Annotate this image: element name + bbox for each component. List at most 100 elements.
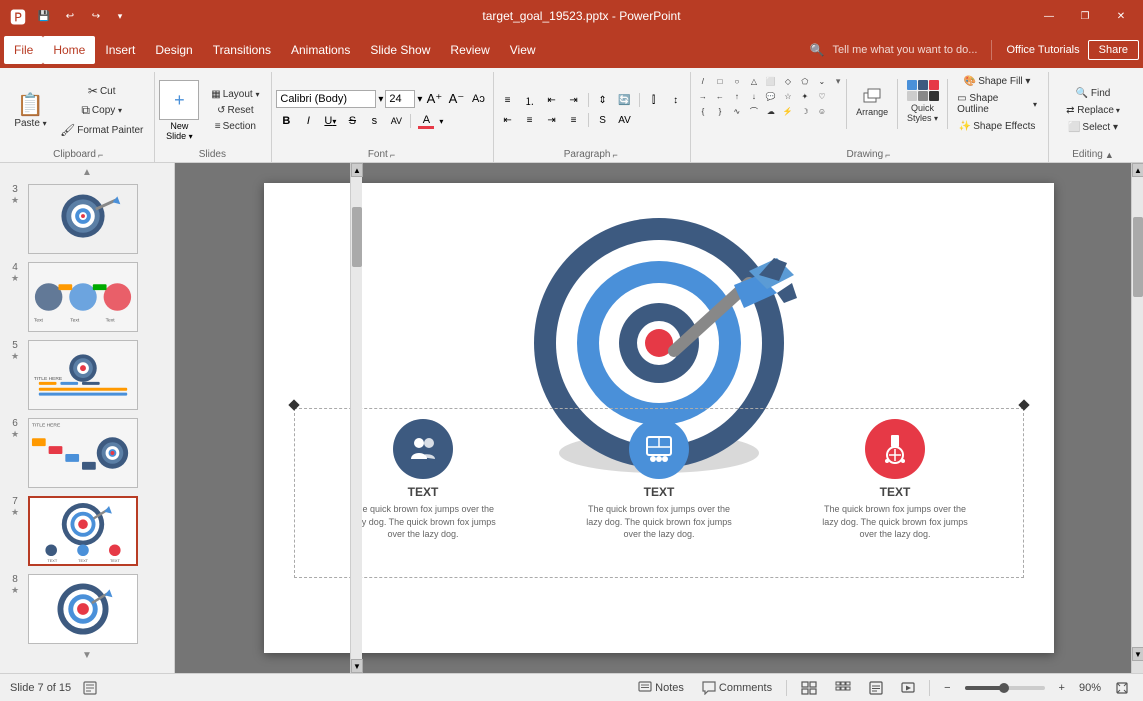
numbering-button[interactable]: ⒈ (520, 92, 540, 108)
share-button[interactable]: Share (1088, 40, 1139, 60)
shape-heart[interactable]: ♡ (814, 89, 830, 103)
shape-outline-button[interactable]: ▭ Shape Outline ▾ (952, 91, 1042, 117)
slide-thumb-3[interactable]: 3 ★ (4, 182, 170, 256)
columns-button[interactable]: ⫿ (644, 92, 664, 108)
shape-moon[interactable]: ☽ (797, 104, 813, 118)
right-scroll-down[interactable]: ▼ (1132, 647, 1143, 661)
font-color-button[interactable]: A (415, 112, 437, 130)
underline-button[interactable]: U ▾ (320, 112, 340, 130)
paste-button[interactable]: 📋 Paste ▾ (8, 81, 53, 141)
shape-star5[interactable]: ☆ (780, 89, 796, 103)
view-reading-button[interactable] (865, 679, 887, 697)
shape-arrow-left[interactable]: ← (712, 89, 728, 103)
line-spacing-button[interactable]: ↕ (666, 92, 686, 108)
shape-diamond[interactable]: ◇ (780, 74, 796, 88)
smallcaps-button[interactable]: AV (386, 112, 406, 130)
shape-arrow-right[interactable]: → (695, 89, 711, 103)
shape-oval-outline[interactable]: ○ (729, 74, 745, 88)
new-slide-button[interactable]: + New Slide ▾ (159, 80, 199, 141)
font-name-input[interactable] (276, 90, 376, 108)
redo-button[interactable]: ↪ (86, 8, 106, 25)
comments-button[interactable]: Comments (698, 679, 776, 697)
increase-indent[interactable]: ⇥ (564, 92, 584, 108)
shadow-button[interactable]: s (364, 112, 384, 130)
decrease-font-button[interactable]: A⁻ (446, 90, 466, 108)
office-tutorials-link[interactable]: Office Tutorials (1006, 44, 1079, 56)
shape-bracket[interactable]: { (695, 104, 711, 118)
replace-button[interactable]: ⇄ Replace ▾ (1061, 103, 1125, 118)
right-scroll-up[interactable]: ▲ (1132, 163, 1143, 177)
scroll-thumb-v[interactable] (352, 207, 362, 267)
select-button[interactable]: ⬜ Select ▾ (1063, 120, 1123, 135)
scroll-down-btn[interactable]: ▼ (351, 659, 363, 673)
increase-font-button[interactable]: A⁺ (424, 90, 444, 108)
slide-thumb-8[interactable]: 8 ★ (4, 572, 170, 646)
close-button[interactable]: ✕ (1107, 6, 1135, 26)
slide-thumb-6[interactable]: 6 ★ TITLE HERE (4, 416, 170, 490)
shape-arrow-down[interactable]: ↓ (746, 89, 762, 103)
justify[interactable]: ≡ (564, 112, 584, 128)
scroll-up-btn[interactable]: ▲ (351, 163, 363, 177)
align-left[interactable]: ⇤ (498, 112, 518, 128)
shape-rect-corner[interactable]: ⬜ (763, 74, 779, 88)
slide-thumb-7[interactable]: 7 ★ TEXT TEXT TEXT (4, 494, 170, 568)
clipboard-expand[interactable]: ⌐ (98, 150, 103, 160)
font-size-dropdown[interactable]: ▾ (417, 94, 422, 105)
shape-rect-outline[interactable]: □ (712, 74, 728, 88)
shape-brace[interactable]: } (712, 104, 728, 118)
font-size-input[interactable] (385, 90, 415, 108)
customize-button[interactable]: ▾ (112, 8, 128, 25)
copy-button[interactable]: ⧉Copy ▾ (55, 101, 148, 120)
section-button[interactable]: ≡Section (205, 119, 265, 134)
decrease-indent[interactable]: ⇤ (542, 92, 562, 108)
convert-smartart[interactable]: 🔄 (615, 92, 635, 108)
shape-smiley[interactable]: ☺ (814, 104, 830, 118)
menu-animations[interactable]: Animations (281, 36, 360, 64)
notes-button[interactable]: Notes (634, 679, 688, 697)
view-slideshow-button[interactable] (897, 679, 919, 697)
clear-format-button[interactable]: Aↄ (468, 90, 488, 108)
menu-design[interactable]: Design (145, 36, 202, 64)
shape-fill-button[interactable]: 🎨 Shape Fill ▾ (952, 74, 1042, 89)
quick-styles-button[interactable]: Quick Styles ▾ (902, 74, 943, 129)
tell-me-placeholder[interactable]: Tell me what you want to do... (833, 44, 978, 56)
paragraph-expand[interactable]: ⌐ (612, 150, 617, 160)
bullets-button[interactable]: ≡ (498, 92, 518, 108)
shape-callout[interactable]: 💬 (763, 89, 779, 103)
reset-button[interactable]: ↺Reset (205, 103, 265, 118)
save-button[interactable]: 💾 (34, 8, 54, 25)
bold-button[interactable]: B (276, 112, 296, 130)
right-scroll-thumb[interactable] (1133, 217, 1143, 297)
strikethrough-button[interactable]: S (342, 112, 362, 130)
layout-button[interactable]: ▦Layout ▾ (205, 87, 265, 102)
menu-file[interactable]: File (4, 36, 43, 64)
slide-thumb-5[interactable]: 5 ★ TITLE HERE (4, 338, 170, 412)
zoom-track[interactable] (965, 686, 1045, 690)
drawing-expand[interactable]: ⌐ (885, 150, 890, 160)
menu-view[interactable]: View (500, 36, 546, 64)
menu-home[interactable]: Home (43, 36, 95, 64)
shape-triangle[interactable]: △ (746, 74, 762, 88)
shape-effects-button[interactable]: ✨ Shape Effects (952, 119, 1042, 134)
shape-chevron[interactable]: ⌄ (814, 74, 830, 88)
italic-button[interactable]: I (298, 112, 318, 130)
fit-window-button[interactable] (1111, 679, 1133, 697)
slide-thumb-4[interactable]: 4 ★ Text Text Text (4, 260, 170, 334)
shapes-scroll[interactable]: ▾ (834, 74, 843, 89)
arrange-button[interactable]: Arrange (851, 74, 892, 129)
shape-cloud[interactable]: ☁ (763, 104, 779, 118)
align-right[interactable]: ⇥ (542, 112, 562, 128)
view-normal-button[interactable] (797, 679, 821, 697)
char-spacing[interactable]: AV (615, 112, 635, 128)
panel-scroll-up[interactable]: ▲ (4, 167, 170, 178)
zoom-thumb[interactable] (999, 683, 1009, 693)
format-painter-button[interactable]: 🖌Format Painter (55, 121, 148, 139)
cut-button[interactable]: ✂Cut (55, 82, 148, 100)
shape-lightning[interactable]: ⚡ (780, 104, 796, 118)
menu-transitions[interactable]: Transitions (203, 36, 281, 64)
shape-line[interactable]: / (695, 74, 711, 88)
find-button[interactable]: 🔍 Find (1063, 86, 1123, 101)
view-slide-sorter[interactable] (831, 679, 855, 697)
text-shadow[interactable]: S (593, 112, 613, 128)
shape-curve[interactable]: ∿ (729, 104, 745, 118)
